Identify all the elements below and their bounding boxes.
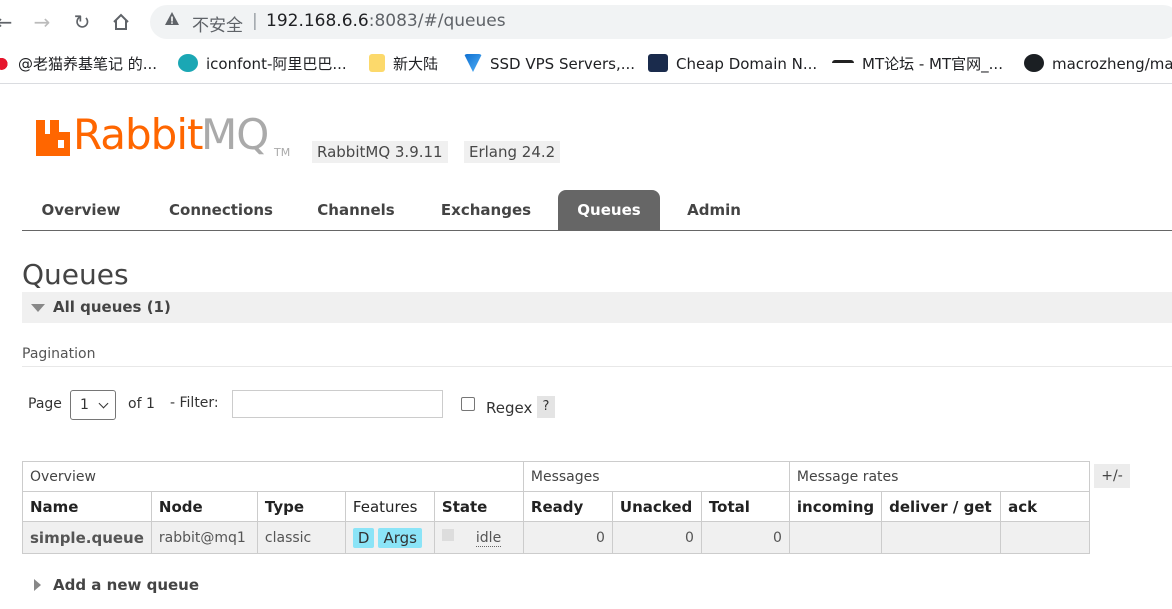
chevron-down-icon: [98, 398, 109, 409]
table-row[interactable]: simple.queue rabbit@mq1 classic D Args id…: [22, 521, 1091, 554]
bookmark-label: @老猫养基笔记 的...: [18, 55, 158, 73]
group-messages: Messages: [522, 461, 790, 492]
col-type[interactable]: Type: [256, 491, 346, 522]
page-title: Queues: [22, 258, 129, 291]
expand-triangle-icon: [34, 579, 41, 591]
logo-text-mq: MQ: [201, 110, 269, 159]
col-name[interactable]: Name: [22, 491, 152, 522]
tab-channels[interactable]: Channels: [302, 190, 410, 230]
pagination-divider: [22, 366, 1172, 367]
browser-toolbar: ← → ↻ 不安全 | 192.168.6.6:8083/#/queues: [0, 0, 1172, 44]
address-bar[interactable]: 不安全 | 192.168.6.6:8083/#/queues: [150, 5, 1172, 39]
bookmark-label: macrozheng/ma: [1052, 55, 1172, 73]
pagination-label: Pagination: [22, 346, 96, 362]
bookmark-item[interactable]: SSD VPS Servers,...: [464, 53, 635, 75]
queue-features: D Args: [344, 521, 435, 554]
vultr-icon: [464, 54, 482, 72]
tab-exchanges[interactable]: Exchanges: [426, 190, 546, 230]
regex-checkbox[interactable]: [461, 397, 475, 411]
omnibox-separator: |: [252, 11, 258, 31]
rate-ack: [1000, 521, 1091, 554]
column-header-row: Name Node Type Features State Ready Unac…: [22, 491, 1091, 522]
state-indicator: [441, 529, 454, 541]
erlang-version-badge: Erlang 24.2: [464, 141, 561, 163]
bookmark-item[interactable]: @老猫养基笔记 的...: [0, 53, 157, 75]
messages-unacked: 0: [611, 521, 702, 554]
home-icon[interactable]: [107, 8, 135, 36]
add-queue-label: Add a new queue: [53, 576, 200, 594]
tab-queues[interactable]: Queues: [558, 190, 660, 230]
feature-badge-durable: D: [352, 527, 375, 548]
main-nav-tabs: Overview Connections Channels Exchanges …: [22, 190, 1172, 231]
col-incoming[interactable]: incoming: [788, 491, 883, 522]
queue-name-link[interactable]: simple.queue: [22, 521, 152, 554]
logo-text-rabbit: Rabbit: [73, 110, 203, 159]
iconfont-icon: [178, 54, 198, 72]
bookmark-label: SSD VPS Servers,...: [490, 55, 636, 73]
all-queues-section-toggle[interactable]: All queues (1): [22, 292, 1172, 323]
bookmark-label: 新大陆: [393, 55, 439, 73]
github-icon: [1024, 54, 1044, 72]
filter-input[interactable]: [232, 390, 443, 418]
bookmarks-bar: @老猫养基笔记 的... iconfont-阿里巴巴... 新大陆 SSD VP…: [0, 44, 1172, 84]
queue-node: rabbit@mq1: [150, 521, 258, 554]
bookmark-item[interactable]: iconfont-阿里巴巴...: [178, 53, 347, 75]
col-deliver-get[interactable]: deliver / get: [881, 491, 1002, 522]
queues-table: Overview Messages Message rates Name Nod…: [22, 461, 1091, 554]
col-total[interactable]: Total: [700, 491, 790, 522]
queue-type: classic: [256, 521, 346, 554]
bookmark-label: Cheap Domain N...: [676, 55, 818, 73]
columns-toggle-button[interactable]: +/-: [1094, 464, 1130, 488]
url-host: 192.168.6.6: [266, 11, 369, 31]
bookmark-label: iconfont-阿里巴巴...: [206, 55, 347, 73]
filter-label: - Filter:: [170, 395, 219, 411]
messages-ready: 0: [522, 521, 613, 554]
tab-admin[interactable]: Admin: [674, 190, 754, 230]
col-ready[interactable]: Ready: [522, 491, 613, 522]
feature-badge-args[interactable]: Args: [378, 527, 422, 548]
reload-icon[interactable]: ↻: [68, 8, 96, 36]
col-node[interactable]: Node: [150, 491, 258, 522]
bookmark-label: MT论坛 - MT官网_...: [862, 55, 1003, 73]
logo-trademark: TM: [274, 146, 291, 159]
col-ack[interactable]: ack: [1000, 491, 1091, 522]
regex-help-button[interactable]: ?: [537, 396, 555, 418]
bookmark-item[interactable]: macrozheng/ma: [1024, 53, 1172, 75]
bookmark-item[interactable]: 新大陆: [369, 53, 438, 75]
page-label: Page: [28, 396, 62, 412]
page-select[interactable]: 1: [70, 390, 116, 420]
namecheap-icon: [648, 54, 668, 72]
security-label[interactable]: 不安全: [192, 11, 243, 36]
regex-label: Regex: [486, 399, 533, 417]
mt-icon: [832, 60, 854, 72]
rate-incoming: [788, 521, 883, 554]
back-icon[interactable]: ←: [0, 8, 18, 36]
forward-icon[interactable]: →: [28, 8, 56, 36]
url-text[interactable]: 192.168.6.6:8083/#/queues: [266, 11, 506, 31]
tab-overview[interactable]: Overview: [22, 190, 140, 230]
rabbitmq-version-badge: RabbitMQ 3.9.11: [312, 141, 448, 163]
messages-total: 0: [700, 521, 790, 554]
warning-icon[interactable]: [164, 11, 180, 31]
group-message-rates: Message rates: [788, 461, 1091, 492]
queue-state: idle: [433, 521, 524, 554]
tab-connections[interactable]: Connections: [152, 190, 290, 230]
rate-deliver-get: [881, 521, 1002, 554]
folder-icon: [369, 54, 385, 72]
rabbit-logo-icon: [36, 120, 70, 156]
page-count-label: of 1: [128, 396, 155, 412]
page-select-value: 1: [80, 397, 89, 413]
col-unacked[interactable]: Unacked: [611, 491, 702, 522]
section-label: All queues (1): [53, 298, 171, 316]
bookmark-item[interactable]: MT论坛 - MT官网_...: [832, 53, 1003, 75]
bookmark-item[interactable]: Cheap Domain N...: [648, 53, 817, 75]
state-text: idle: [475, 530, 502, 547]
group-overview: Overview: [22, 461, 524, 492]
col-state[interactable]: State: [433, 491, 524, 522]
column-group-row: Overview Messages Message rates: [22, 461, 1091, 492]
col-features[interactable]: Features: [344, 491, 435, 522]
weibo-icon: [0, 54, 10, 72]
url-path: :8083/#/queues: [368, 11, 506, 31]
collapse-triangle-icon: [31, 304, 45, 312]
